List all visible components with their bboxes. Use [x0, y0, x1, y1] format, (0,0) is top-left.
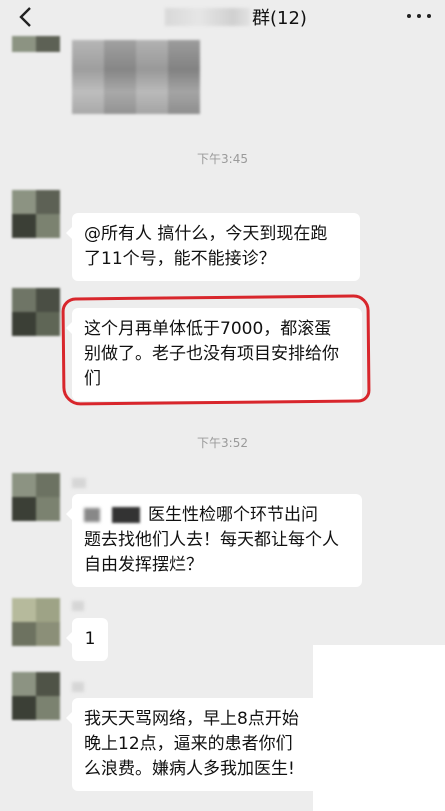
avatar[interactable] [12, 473, 60, 521]
message-line: 么浪费。嫌病人多我加医生! [84, 759, 295, 779]
message-line: 题去找他们人去！每天都让每个人 [84, 530, 339, 550]
timestamp: 下午3:45 [197, 152, 248, 166]
white-overlay-patch [313, 645, 445, 811]
timestamp: 下午3:52 [197, 436, 248, 450]
message-line: 我天天骂网络，早上8点开始 [84, 709, 299, 729]
message-line: @所有人 搞什么，今天到现在跑 [84, 224, 328, 244]
blurred-mention [84, 508, 100, 522]
more-dots-icon [407, 14, 411, 18]
chat-title-text: 群(12) [252, 8, 307, 29]
message-line: 晚上12点，逼来的患者你们 [84, 734, 293, 754]
red-highlight-circle [61, 294, 371, 406]
back-button[interactable] [12, 4, 38, 30]
blurred-nickname [72, 478, 86, 488]
message-bubble[interactable]: @所有人 搞什么，今天到现在跑 了11个号，能不能接诊？ [66, 213, 360, 281]
avatar[interactable] [12, 598, 60, 646]
avatar[interactable] [12, 672, 60, 720]
blurred-group-name [165, 8, 250, 26]
chat-title: 群(12) [165, 5, 307, 29]
message-bubble[interactable]: 医生性检哪个环节出问 题去找他们人去！每天都让每个人 自由发挥摆烂？ [66, 494, 362, 587]
blurred-nickname [72, 601, 84, 611]
message-line: 医生性检哪个环节出问 [84, 503, 350, 528]
message-line: 了11个号，能不能接诊？ [84, 249, 276, 269]
message-line: 自由发挥摆烂？ [84, 555, 203, 575]
chat-header: 群(12) [0, 0, 445, 34]
chevron-left-icon [19, 7, 31, 27]
message-line: 1 [84, 629, 96, 649]
message-bubble[interactable]: 1 [66, 618, 108, 661]
more-button[interactable] [407, 9, 431, 23]
avatar[interactable] [12, 288, 60, 336]
avatar[interactable] [12, 190, 60, 238]
image-message-blurred[interactable] [72, 40, 200, 114]
blurred-mention [112, 507, 140, 523]
avatar[interactable] [12, 36, 60, 52]
blurred-nickname [72, 682, 84, 692]
